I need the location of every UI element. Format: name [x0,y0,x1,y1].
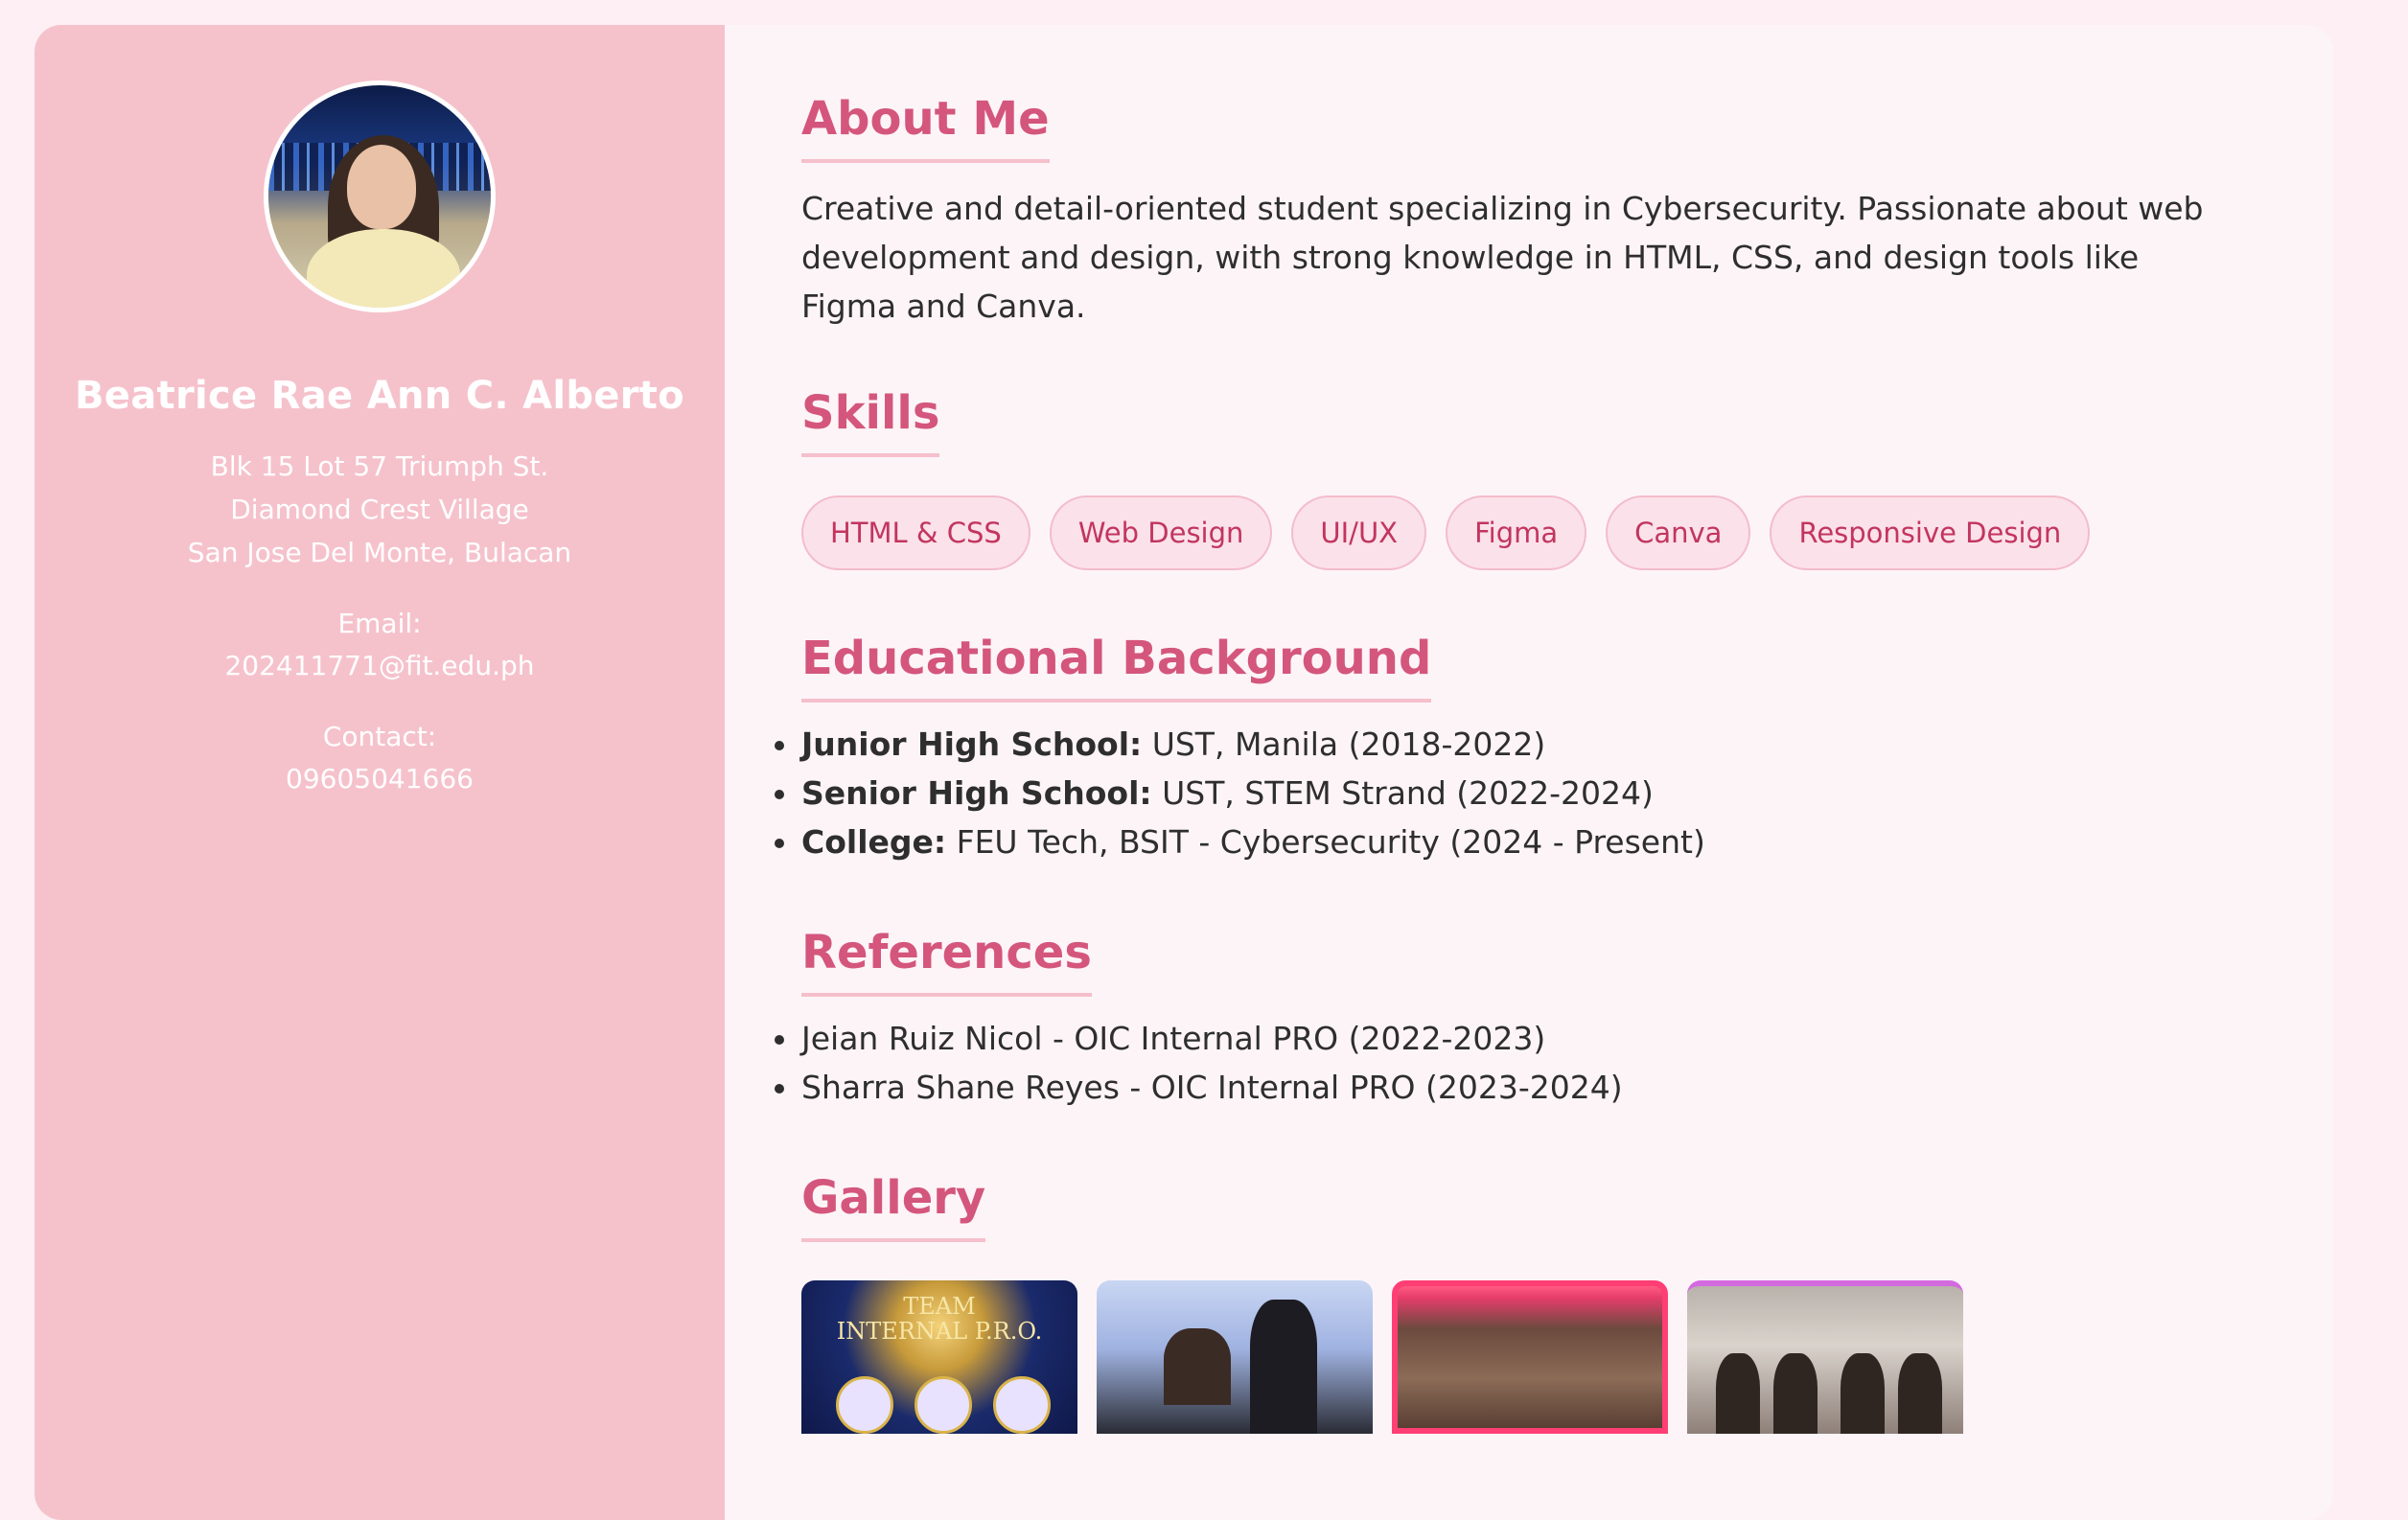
contact-value: 09605041666 [286,763,474,795]
references-list: Jeian Ruiz Nicol - OIC Internal PRO (202… [775,1014,2333,1112]
skills-title: Skills [801,386,940,457]
portrait-circle [915,1376,972,1434]
skill-pill: Figma [1446,495,1587,570]
list-item: College: FEU Tech, BSIT - Cybersecurity … [775,818,2333,866]
portrait-circle [993,1376,1051,1434]
skill-pill: Web Design [1049,495,1273,570]
skills-list: HTML & CSS Web Design UI/UX Figma Canva … [801,495,2333,570]
photo-person [1898,1353,1942,1434]
profile-name: Beatrice Rae Ann C. Alberto [75,374,684,418]
education-detail: UST, STEM Strand (2022-2024) [1151,774,1654,812]
skills-section: Skills HTML & CSS Web Design UI/UX Figma… [801,386,2333,570]
education-detail: FEU Tech, BSIT - Cybersecurity (2024 - P… [946,823,1705,861]
skill-pill: Canva [1606,495,1751,570]
portrait-circle [836,1376,893,1434]
address-line: Diamond Crest Village [230,494,529,525]
gallery-photo[interactable] [1392,1280,1668,1434]
about-section: About Me Creative and detail-oriented st… [801,92,2333,331]
address-line: Blk 15 Lot 57 Triumph St. [210,450,549,482]
gallery-grid: TEAM INTERNAL P.R.O. [801,1280,2333,1434]
photo-person [1164,1328,1231,1405]
photo-caption-line: TEAM [903,1293,976,1320]
list-item: Sharra Shane Reyes - OIC Internal PRO (2… [775,1063,2333,1112]
gallery-photo[interactable] [1097,1280,1373,1434]
address-line: San Jose Del Monte, Bulacan [187,537,572,568]
avatar-body [307,229,460,308]
education-list: Junior High School: UST, Manila (2018-20… [775,720,2333,866]
profile-sidebar: Beatrice Rae Ann C. Alberto Blk 15 Lot 5… [35,25,725,1520]
photo-person [1250,1300,1317,1434]
gallery-section: Gallery TEAM INTERNAL P.R.O. [801,1171,2333,1434]
photo-person [1841,1353,1885,1434]
about-title: About Me [801,92,1050,163]
contact-label: Contact: [322,721,437,752]
education-section: Educational Background Junior High Schoo… [775,632,2333,866]
email-value[interactable]: 202411771@fit.edu.ph [35,645,725,687]
gallery-photo[interactable]: TEAM INTERNAL P.R.O. [801,1280,1077,1434]
education-level: Senior High School: [801,774,1152,812]
list-item: Senior High School: UST, STEM Strand (20… [775,769,2333,818]
education-detail: UST, Manila (2018-2022) [1142,725,1546,763]
gallery-title: Gallery [801,1171,986,1242]
resume-main: About Me Creative and detail-oriented st… [725,25,2333,1520]
references-title: References [801,926,1092,997]
profile-address: Blk 15 Lot 57 Triumph St. Diamond Crest … [35,445,725,574]
photo-caption: TEAM INTERNAL P.R.O. [801,1294,1077,1344]
photo-person [1773,1353,1818,1434]
skill-pill: HTML & CSS [801,495,1030,570]
photo-person [1716,1353,1760,1434]
skill-pill: Responsive Design [1770,495,2091,570]
resume-card: Beatrice Rae Ann C. Alberto Blk 15 Lot 5… [35,25,2333,1520]
skill-pill: UI/UX [1291,495,1427,570]
email-label: Email: [337,608,422,639]
photo-caption-line: INTERNAL P.R.O. [836,1318,1043,1345]
profile-avatar [264,81,496,312]
references-section: References Jeian Ruiz Nicol - OIC Intern… [775,926,2333,1112]
about-text: Creative and detail-oriented student spe… [801,190,2204,325]
avatar-face [347,145,416,229]
education-title: Educational Background [801,632,1432,702]
list-item: Jeian Ruiz Nicol - OIC Internal PRO (202… [775,1014,2333,1063]
education-level: College: [801,823,947,861]
gallery-photo[interactable] [1687,1280,1963,1434]
education-level: Junior High School: [801,725,1143,763]
list-item: Junior High School: UST, Manila (2018-20… [775,720,2333,769]
